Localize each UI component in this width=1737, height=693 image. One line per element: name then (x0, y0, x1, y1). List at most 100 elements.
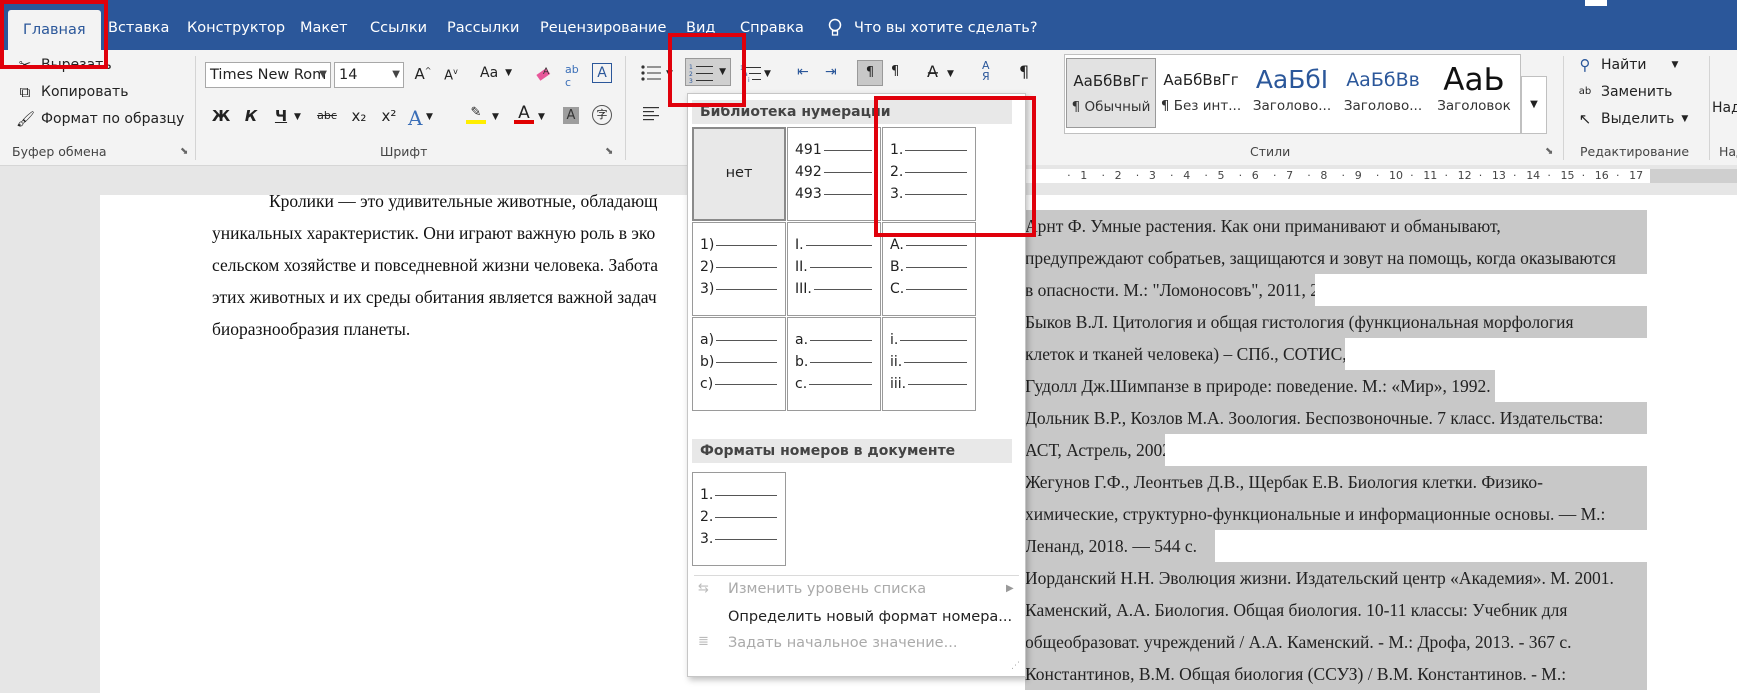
tile-line: III. (795, 279, 872, 299)
svg-text:A: A (543, 67, 550, 77)
subscript-button[interactable]: x₂ (348, 107, 370, 125)
dialog-launcher-icon[interactable]: ⬊ (605, 146, 613, 157)
enclose-characters-icon[interactable]: 字 (592, 105, 612, 125)
tab-review[interactable]: Рецензирование (540, 20, 666, 36)
style-normal[interactable]: АаБбВвГг ¶ Обычный (1066, 58, 1156, 128)
tile-number-label: 1) (700, 237, 715, 253)
tile-rule (716, 288, 777, 290)
show-marks-icon[interactable]: ¶ (1019, 62, 1029, 81)
ruler-dot: · (1375, 169, 1380, 182)
style-preview: АаБбВв (1346, 69, 1420, 91)
tile-number-label: II. (795, 259, 808, 275)
tab-mailings[interactable]: Рассылки (447, 20, 519, 36)
format-painter-button[interactable]: 🖌 Формат по образцу (16, 110, 184, 128)
tab-insert[interactable]: Вставка (108, 20, 169, 36)
numbering-document-tile[interactable]: 1. 2. 3. (692, 472, 786, 566)
horizontal-ruler[interactable]: 1 · 2 · 3 · 4 · 5 · 6 · 7 · 8 · 9 · 10 · 11 · 12 · 13 · 14 · 15 · 16 · 1… (1020, 165, 1737, 187)
replace-button[interactable]: ab Заменить (1576, 83, 1673, 101)
numbering-format-tile[interactable]: i. ii. iii. (882, 317, 976, 411)
underline-button[interactable]: Ч (270, 107, 292, 125)
group-separator (1563, 56, 1564, 160)
tile-line: 491 (795, 140, 872, 160)
chevron-down-icon[interactable]: ▼ (426, 112, 433, 122)
change-list-level-item[interactable]: Изменить уровень списка (728, 581, 926, 597)
chevron-down-icon[interactable]: ▼ (294, 112, 301, 122)
numbering-format-tile[interactable]: 491 492 493 (787, 127, 881, 221)
style-no-spacing[interactable]: АаБбВвГг ¶ Без инт... (1157, 58, 1245, 126)
chevron-down-icon[interactable]: ▼ (764, 69, 771, 79)
tab-layout[interactable]: Макет (300, 20, 348, 36)
format-painter-label: Формат по образцу (41, 111, 185, 127)
chevron-down-icon[interactable]: ▼ (492, 112, 499, 122)
select-button[interactable]: ↖ Выделить ▼ (1576, 110, 1689, 128)
tab-references[interactable]: Ссылки (370, 20, 427, 36)
chevron-down-icon[interactable]: ▼ (538, 112, 545, 122)
numbering-none-label: нет (725, 165, 753, 181)
tile-line: c. (795, 374, 872, 394)
shrink-font-button[interactable]: Av (440, 67, 462, 83)
sort-icon[interactable]: AЯ (982, 60, 990, 82)
text-effects-icon[interactable]: ab c (565, 63, 579, 89)
tell-me-search[interactable]: Что вы хотите сделать? (828, 18, 1038, 38)
set-numbering-value-item[interactable]: Задать начальное значение... (728, 635, 957, 651)
font-color-icon[interactable]: A (514, 103, 534, 127)
ruler-dot: · (1204, 169, 1208, 182)
tile-number-label: A. (890, 237, 904, 253)
tab-design[interactable]: Конструктор (187, 20, 285, 36)
editing-group-label: Редактирование (1580, 144, 1690, 159)
italic-button[interactable]: К (240, 107, 262, 125)
numbering-format-tile[interactable]: a. b. c. (787, 317, 881, 411)
numbering-none-tile[interactable]: нет (692, 127, 786, 221)
char-border-icon[interactable]: A (592, 63, 612, 83)
tab-help[interactable]: Справка (740, 20, 804, 36)
tile-line: 2. (700, 507, 777, 527)
dialog-launcher-icon[interactable]: ⬊ (1545, 146, 1553, 157)
group-separator (625, 56, 626, 160)
tile-number-label: B. (890, 259, 905, 275)
font-name-combo[interactable]: Times New Rom ▼ (205, 62, 331, 88)
numbering-format-tile[interactable]: I. II. III. (787, 222, 881, 316)
style-heading-2[interactable]: АаБбВв Заголово... (1339, 58, 1427, 126)
bold-button[interactable]: Ж (210, 107, 232, 125)
rtl-paragraph-icon[interactable]: ¶ (891, 64, 899, 79)
tile-rule (716, 266, 777, 268)
copy-button[interactable]: ⧉ Копировать (16, 83, 129, 101)
bullets-icon[interactable] (640, 64, 662, 82)
ruler-tick-label: 3 (1148, 169, 1156, 182)
ruler-dot: · (1478, 169, 1483, 182)
text-effects-button[interactable]: A (408, 106, 422, 130)
reference-line: Арнт Ф. Умные растения. Как они приманив… (1025, 210, 1647, 242)
numbering-format-tile[interactable]: a) b) c) (692, 317, 786, 411)
define-new-format-item[interactable]: Определить новый формат номера... (728, 609, 1012, 625)
font-size-combo[interactable]: 14 ▼ (334, 62, 404, 88)
strikethrough-button[interactable]: abc (316, 109, 338, 122)
align-left-icon[interactable] (643, 106, 661, 122)
tile-line: i. (890, 330, 967, 350)
styles-more-button[interactable]: ▼ (1521, 76, 1547, 134)
dialog-launcher-icon[interactable]: ⬊ (180, 146, 188, 157)
grow-font-button[interactable]: A^ (412, 65, 434, 83)
superscript-button[interactable]: x² (378, 107, 400, 125)
style-preview: АаБбI (1255, 65, 1329, 94)
change-case-button[interactable]: Aa ▼ (480, 65, 512, 81)
font-size-value: 14 (339, 67, 358, 83)
style-name: ¶ Обычный (1071, 99, 1151, 115)
ltr-paragraph-icon[interactable]: ¶ (857, 60, 883, 86)
char-shading-icon[interactable]: A (563, 107, 579, 124)
window-control[interactable] (1585, 0, 1607, 6)
highlight-icon[interactable]: ✎ (466, 105, 486, 127)
copy-icon: ⧉ (19, 83, 31, 101)
tile-line: iii. (890, 374, 967, 394)
style-title[interactable]: АаЬ Заголовок (1430, 58, 1518, 126)
clear-formatting-icon[interactable]: A (535, 64, 555, 82)
decrease-indent-icon[interactable]: ⇤ (797, 64, 819, 82)
resize-grip-icon[interactable]: ⋰ (1011, 661, 1020, 671)
tile-line: I. (795, 235, 872, 255)
tile-number-label: 2) (700, 259, 715, 275)
style-heading-1[interactable]: АаБбI Заголово... (1248, 58, 1336, 126)
increase-indent-icon[interactable]: ⇥ (825, 64, 847, 82)
find-button[interactable]: ⚲ Найти ▼ (1576, 56, 1679, 74)
chevron-down-icon[interactable]: ▼ (947, 69, 954, 79)
asian-layout-icon[interactable]: A̶ (927, 62, 938, 81)
numbering-format-tile[interactable]: 1) 2) 3) (692, 222, 786, 316)
